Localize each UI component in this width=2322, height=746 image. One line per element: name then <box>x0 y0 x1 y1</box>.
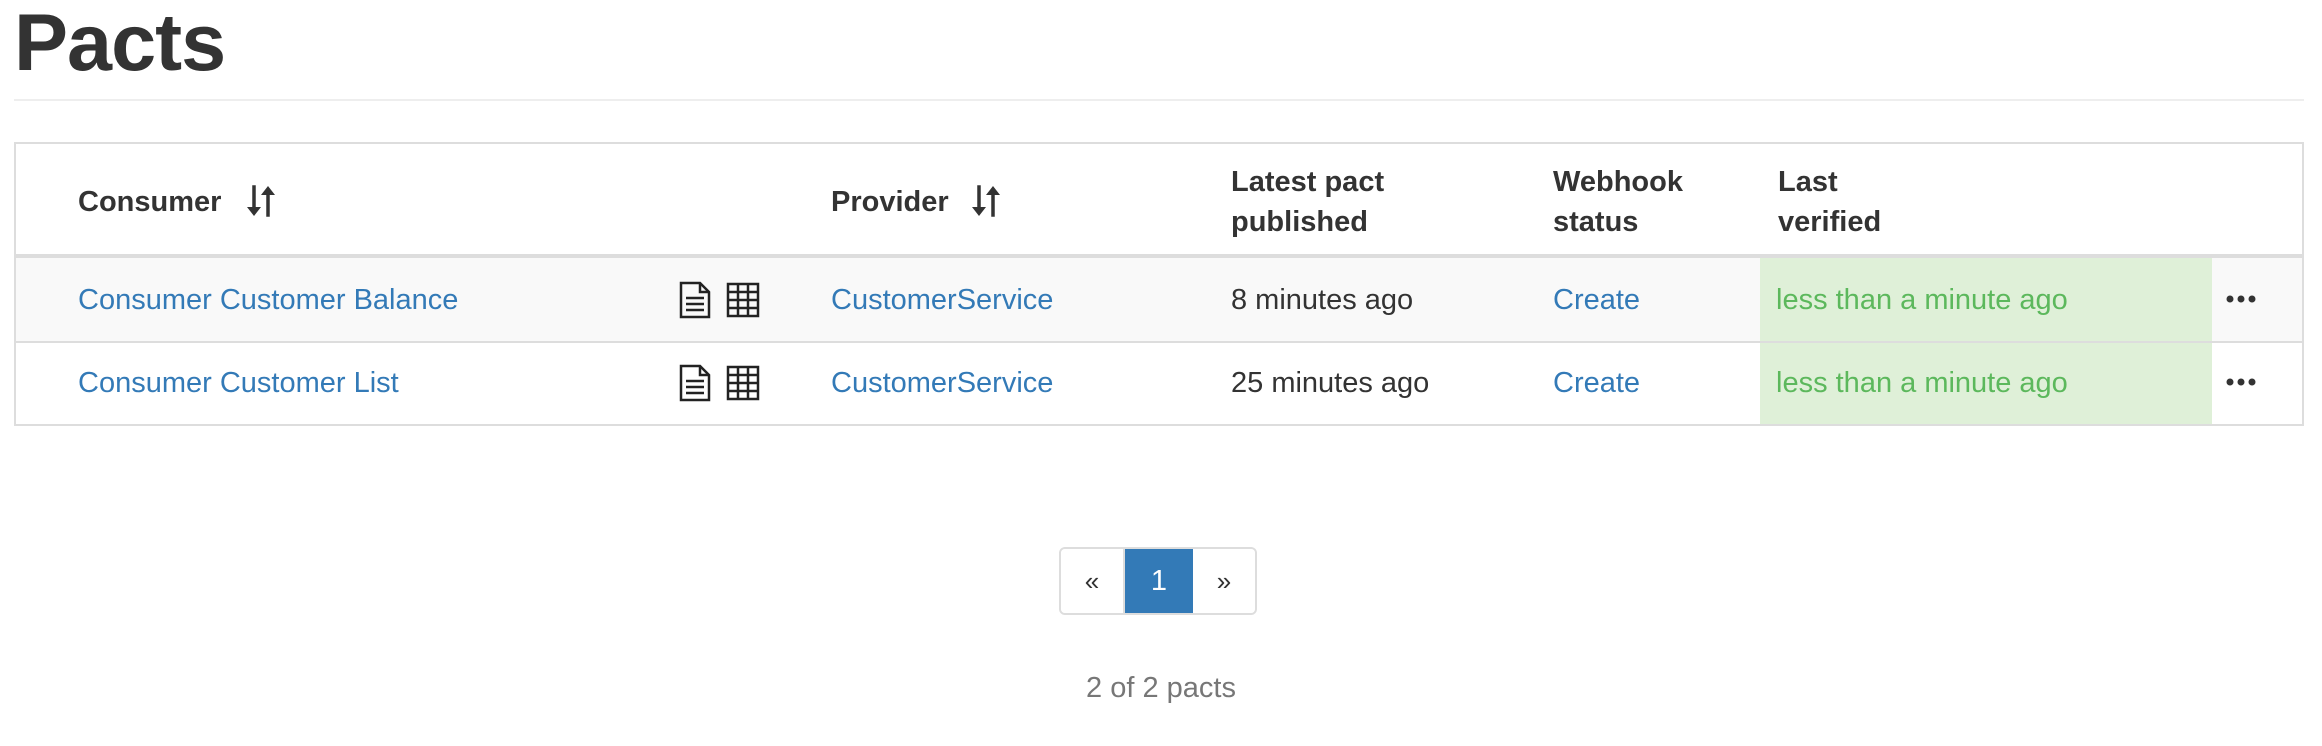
provider-link[interactable]: CustomerService <box>831 280 1053 320</box>
header-webhook-line1: Webhook <box>1553 166 1683 198</box>
header-webhook-status: Webhook status <box>1553 162 1683 242</box>
last-verified-cell: less than a minute ago <box>1760 343 2212 424</box>
latest-pact-published: 8 minutes ago <box>1231 284 1414 316</box>
pacts-count-summary: 2 of 2 pacts <box>1086 672 1236 704</box>
header-latest-pact-line1: Latest pact <box>1231 166 1385 198</box>
table-row: Consumer Customer List CustomerService 2… <box>16 343 2302 424</box>
header-last-verified-line1: Last <box>1778 166 1838 198</box>
pacts-table: Consumer Provider Latest pact published … <box>14 142 2304 426</box>
consumer-link[interactable]: Consumer Customer List <box>78 363 399 403</box>
more-options-icon[interactable] <box>2226 377 2256 387</box>
pagination-page-1-button[interactable]: 1 <box>1125 549 1193 613</box>
header-latest-pact-line2: published <box>1231 206 1368 238</box>
last-verified-text: less than a minute ago <box>1776 284 2068 316</box>
webhook-create-link[interactable]: Create <box>1553 363 1640 403</box>
pagination-next-button[interactable]: » <box>1193 549 1255 613</box>
header-last-verified-line2: verified <box>1778 206 1882 238</box>
webhook-create-link[interactable]: Create <box>1553 280 1640 320</box>
header-latest-pact: Latest pact published <box>1231 162 1384 242</box>
header-provider: Provider <box>831 186 949 218</box>
pagination-prev-button[interactable]: « <box>1061 549 1125 613</box>
consumer-link[interactable]: Consumer Customer Balance <box>78 280 458 320</box>
header-last-verified: Last verified <box>1778 162 1881 242</box>
sort-icon[interactable] <box>971 184 1001 218</box>
header-consumer: Consumer <box>78 186 222 218</box>
more-options-icon[interactable] <box>2226 294 2256 304</box>
last-verified-cell: less than a minute ago <box>1760 258 2212 341</box>
provider-link[interactable]: CustomerService <box>831 363 1053 403</box>
matrix-icon[interactable] <box>726 364 760 402</box>
table-header: Consumer Provider Latest pact published … <box>16 144 2302 258</box>
document-icon[interactable] <box>678 281 712 319</box>
latest-pact-published: 25 minutes ago <box>1231 367 1430 399</box>
matrix-icon[interactable] <box>726 281 760 319</box>
sort-icon[interactable] <box>246 184 276 218</box>
last-verified-text: less than a minute ago <box>1776 367 2068 399</box>
document-icon[interactable] <box>678 364 712 402</box>
table-row: Consumer Customer Balance CustomerServic… <box>16 258 2302 343</box>
title-divider <box>14 99 2304 101</box>
header-webhook-line2: status <box>1553 206 1639 238</box>
page-title: Pacts <box>14 0 226 88</box>
pagination: « 1 » <box>1059 547 1257 615</box>
